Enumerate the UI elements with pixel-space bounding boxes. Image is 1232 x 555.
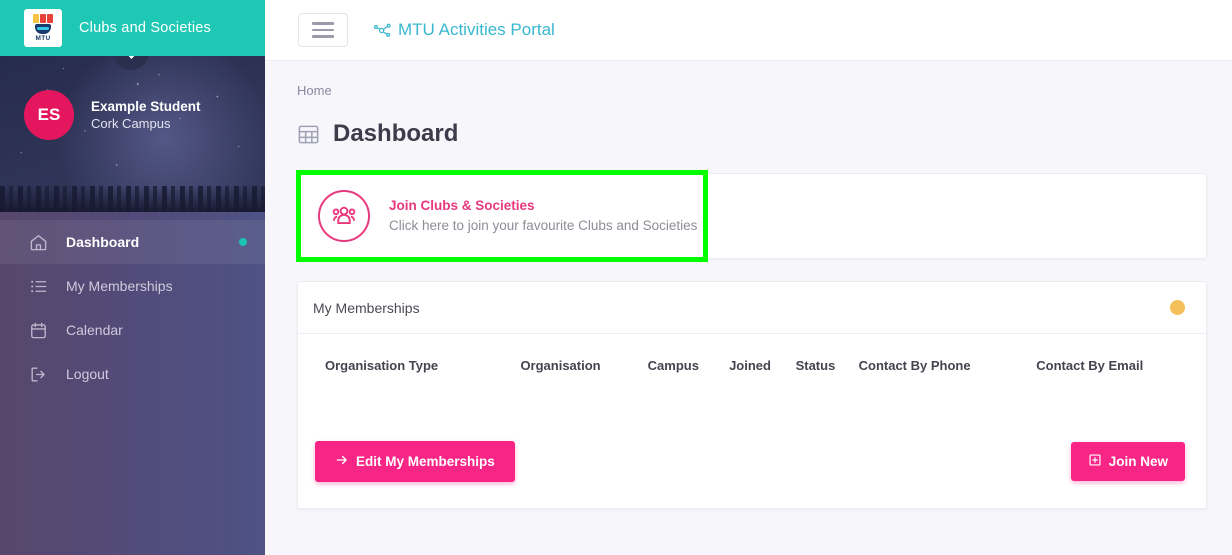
column-header: Campus: [647, 358, 699, 373]
table-body: [298, 393, 1206, 435]
portal-title-group[interactable]: MTU Activities Portal: [372, 20, 555, 41]
my-memberships-card: My Memberships Organisation Type Organis…: [297, 281, 1207, 509]
topbar: MTU Activities Portal: [265, 0, 1232, 61]
calendar-icon: [28, 320, 48, 340]
edit-my-memberships-button[interactable]: Edit My Memberships: [315, 441, 515, 482]
join-button-label: Join New: [1108, 454, 1168, 469]
status-badge: [1170, 300, 1185, 315]
arrow-right-icon: [335, 453, 349, 470]
column-header: Organisation: [520, 358, 601, 373]
page-title-text: Dashboard: [333, 120, 459, 147]
mtu-shield-logo: MTU: [24, 9, 62, 47]
chevron-down-icon: [126, 56, 137, 58]
hamburger-menu-icon[interactable]: [298, 13, 348, 47]
profile-panel: ES Example Student Cork Campus: [0, 56, 265, 212]
plus-square-icon: [1088, 453, 1102, 470]
users-group-icon: [318, 190, 370, 242]
edit-button-label: Edit My Memberships: [356, 454, 495, 469]
sidebar-item-label: Logout: [66, 366, 109, 382]
profile-campus: Cork Campus: [91, 116, 171, 131]
grid-table-icon: [297, 123, 320, 146]
app-root: MTU Clubs and Societies ES Example Stude…: [0, 0, 1232, 555]
join-clubs-card[interactable]: Join Clubs & Societies Click here to joi…: [297, 173, 1207, 259]
memberships-card-footer: Edit My Memberships Join New: [298, 435, 1206, 508]
brand-title: Clubs and Societies: [79, 20, 211, 36]
join-new-button[interactable]: Join New: [1070, 442, 1185, 481]
brand-header: MTU Clubs and Societies: [0, 0, 265, 56]
sidebar-item-dashboard[interactable]: Dashboard: [0, 220, 265, 264]
network-nodes-icon: [372, 20, 393, 41]
memberships-card-header: My Memberships: [298, 282, 1206, 334]
column-header: Organisation Type: [325, 358, 439, 373]
content: Home Dashboard Join Clubs & Societies Cl…: [265, 61, 1232, 509]
column-header: Status: [795, 358, 836, 373]
memberships-card-title: My Memberships: [313, 299, 420, 316]
portal-title: MTU Activities Portal: [398, 20, 555, 39]
column-header: Contact By Email: [1036, 358, 1144, 373]
logo-text: MTU: [35, 34, 51, 42]
table-empty-row: [298, 393, 1206, 435]
sidebar-item-label: My Memberships: [66, 278, 173, 294]
logout-icon: [28, 364, 48, 384]
home-icon: [28, 232, 48, 252]
memberships-table: Organisation Type Organisation Campus Jo…: [298, 334, 1206, 435]
sidebar-item-my-memberships[interactable]: My Memberships: [0, 264, 265, 308]
sidebar-item-label: Calendar: [66, 322, 123, 338]
breadcrumb[interactable]: Home: [297, 83, 1207, 98]
page-title: Dashboard: [297, 120, 1207, 148]
join-card-wrapper: Join Clubs & Societies Click here to joi…: [296, 170, 1207, 262]
join-card-subtitle: Click here to join your favourite Clubs …: [389, 218, 698, 233]
sidebar-item-label: Dashboard: [66, 234, 140, 250]
main-area: MTU Activities Portal Home Dashboard Joi…: [265, 0, 1232, 555]
sidebar-item-calendar[interactable]: Calendar: [0, 308, 265, 352]
column-header: Contact By Phone: [858, 358, 971, 373]
sidebar-item-logout[interactable]: Logout: [0, 352, 265, 396]
join-card-title: Join Clubs & Societies: [389, 198, 535, 213]
sidebar: MTU Clubs and Societies ES Example Stude…: [0, 0, 265, 555]
skyline-decoration: [0, 186, 265, 212]
active-status-dot: [239, 238, 247, 246]
list-icon: [28, 276, 48, 296]
sidebar-nav: Dashboard My Memberships Calendar Logout: [0, 212, 265, 396]
profile-name: Example Student: [91, 99, 201, 114]
column-header: Joined: [729, 358, 771, 373]
avatar: ES: [24, 90, 74, 140]
table-header-row: Organisation Type Organisation Campus Jo…: [298, 334, 1206, 393]
